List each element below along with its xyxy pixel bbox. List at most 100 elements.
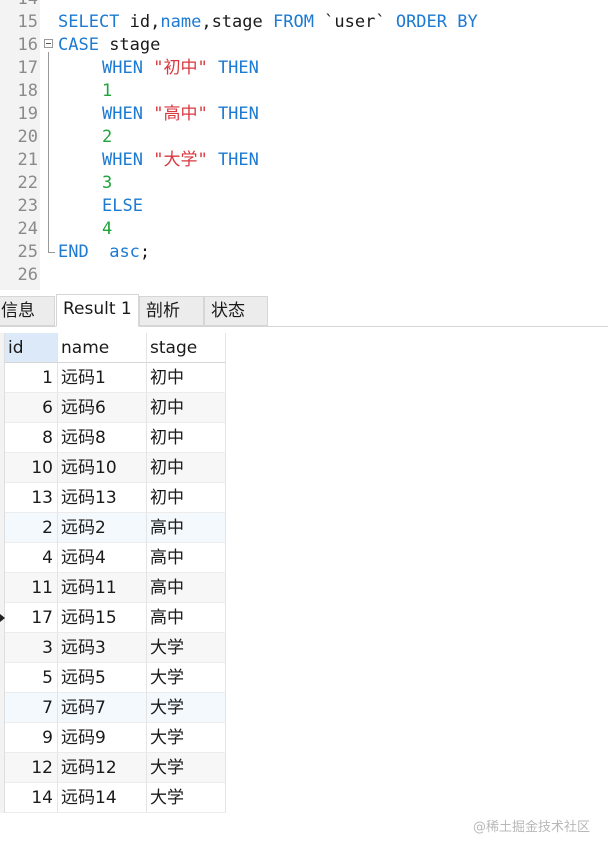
tab-info[interactable]: 信息 <box>0 296 55 326</box>
sql-keyword: WHEN <box>102 58 143 78</box>
cell-stage[interactable]: 初中 <box>147 363 226 393</box>
cell-stage[interactable]: 高中 <box>147 573 226 603</box>
code-line[interactable]: 15 SELECT id,name,stage FROM `user` ORDER… <box>0 11 608 34</box>
cell-name[interactable]: 远码6 <box>58 393 147 423</box>
table-row[interactable]: 3 远码3 大学 <box>0 633 226 663</box>
line-number: 15 <box>17 12 38 32</box>
table-row[interactable]: 11 远码11 高中 <box>0 573 226 603</box>
cell-name[interactable]: 远码3 <box>58 633 147 663</box>
cell-stage[interactable]: 高中 <box>147 513 226 543</box>
cell-id[interactable]: 11 <box>5 573 58 603</box>
cell-stage[interactable]: 初中 <box>147 453 226 483</box>
cell-name[interactable]: 远码12 <box>58 753 147 783</box>
fold-end-guide <box>48 242 55 253</box>
table-row[interactable]: 7 远码7 大学 <box>0 693 226 723</box>
cell-name[interactable]: 远码5 <box>58 663 147 693</box>
cell-stage[interactable]: 大学 <box>147 783 226 813</box>
cell-stage[interactable]: 高中 <box>147 543 226 573</box>
cell-name[interactable]: 远码14 <box>58 783 147 813</box>
cell-stage[interactable]: 大学 <box>147 753 226 783</box>
table-row[interactable]: 6 远码6 初中 <box>0 393 226 423</box>
cell-id[interactable]: 13 <box>5 483 58 513</box>
code-text: 3 <box>102 172 112 195</box>
column-header-id[interactable]: id <box>5 333 58 363</box>
tab-result-1[interactable]: Result 1 <box>56 294 139 327</box>
table-row[interactable]: 17 远码15 高中 <box>0 603 226 633</box>
cell-stage[interactable]: 初中 <box>147 483 226 513</box>
cell-stage[interactable]: 大学 <box>147 633 226 663</box>
cell-name[interactable]: 远码9 <box>58 723 147 753</box>
line-number: 16 <box>17 35 38 55</box>
code-line[interactable]: 14 <box>0 0 608 11</box>
cell-name[interactable]: 远码13 <box>58 483 147 513</box>
code-text: WHEN "大学" THEN <box>102 149 259 172</box>
table-row[interactable]: 4 远码4 高中 <box>0 543 226 573</box>
cell-stage[interactable]: 高中 <box>147 603 226 633</box>
code-text: 1 <box>102 80 112 103</box>
cell-id[interactable]: 5 <box>5 663 58 693</box>
sql-editor[interactable]: 1415SELECT id,name,stage FROM `user` ORD… <box>0 0 608 290</box>
cell-name[interactable]: 远码15 <box>58 603 147 633</box>
code-line[interactable]: 23 ELSE <box>0 195 608 218</box>
code-line[interactable]: 18 1 <box>0 80 608 103</box>
cell-id[interactable]: 7 <box>5 693 58 723</box>
table-row[interactable]: 5 远码5 大学 <box>0 663 226 693</box>
cell-id[interactable]: 10 <box>5 453 58 483</box>
cell-name[interactable]: 远码7 <box>58 693 147 723</box>
cell-id[interactable]: 14 <box>5 783 58 813</box>
code-line[interactable]: 22 3 <box>0 172 608 195</box>
cell-id[interactable]: 8 <box>5 423 58 453</box>
sql-token: id, <box>119 12 161 32</box>
code-line[interactable]: 24 4 <box>0 218 608 241</box>
column-header-stage[interactable]: stage <box>147 333 226 363</box>
cell-name[interactable]: 远码11 <box>58 573 147 603</box>
cell-name[interactable]: 远码1 <box>58 363 147 393</box>
cell-stage[interactable]: 大学 <box>147 723 226 753</box>
sql-keyword: THEN <box>217 58 259 78</box>
code-line[interactable]: 16 CASE stage <box>0 34 608 57</box>
tab-profile[interactable]: 剖析 <box>139 296 204 326</box>
table-row[interactable]: 10 远码10 初中 <box>0 453 226 483</box>
table-row[interactable]: 9 远码9 大学 <box>0 723 226 753</box>
sql-number: 2 <box>102 127 113 147</box>
cell-id[interactable]: 4 <box>5 543 58 573</box>
cell-id[interactable]: 1 <box>5 363 58 393</box>
column-header-name[interactable]: name <box>58 333 147 363</box>
table-row[interactable]: 13 远码13 初中 <box>0 483 226 513</box>
code-line[interactable]: 25 END asc; <box>0 241 608 264</box>
code-line[interactable]: 20 2 <box>0 126 608 149</box>
tab-status[interactable]: 状态 <box>204 296 268 326</box>
cell-stage[interactable]: 大学 <box>147 693 226 723</box>
code-text: END asc; <box>58 241 150 264</box>
code-line[interactable]: 19 WHEN "高中" THEN <box>0 103 608 126</box>
table-row[interactable]: 12 远码12 大学 <box>0 753 226 783</box>
table-row[interactable]: 8 远码8 初中 <box>0 423 226 453</box>
cell-id[interactable]: 2 <box>5 513 58 543</box>
line-number: 23 <box>17 196 38 216</box>
cell-name[interactable]: 远码2 <box>58 513 147 543</box>
code-line[interactable]: 21 WHEN "大学" THEN <box>0 149 608 172</box>
table-row[interactable]: 14 远码14 大学 <box>0 783 226 813</box>
cell-id[interactable]: 12 <box>5 753 58 783</box>
cell-name[interactable]: 远码4 <box>58 543 147 573</box>
cell-id[interactable]: 6 <box>5 393 58 423</box>
cell-stage[interactable]: 初中 <box>147 423 226 453</box>
fold-collapse-icon[interactable] <box>44 39 53 48</box>
cell-id[interactable]: 17 <box>5 603 58 633</box>
table-row[interactable]: 1 远码1 初中 <box>0 363 226 393</box>
table-row[interactable]: 2 远码2 高中 <box>0 513 226 543</box>
cell-stage[interactable]: 大学 <box>147 663 226 693</box>
cell-name[interactable]: 远码8 <box>58 423 147 453</box>
line-number: 14 <box>0 0 38 11</box>
code-text: 2 <box>102 126 112 149</box>
cell-name[interactable]: 远码10 <box>58 453 147 483</box>
cell-id[interactable]: 3 <box>5 633 58 663</box>
cell-stage[interactable]: 初中 <box>147 393 226 423</box>
fold-guide <box>48 52 49 242</box>
cell-id[interactable]: 9 <box>5 723 58 753</box>
code-line[interactable]: 26 <box>0 264 608 287</box>
code-line[interactable]: 17 WHEN "初中" THEN <box>0 57 608 80</box>
